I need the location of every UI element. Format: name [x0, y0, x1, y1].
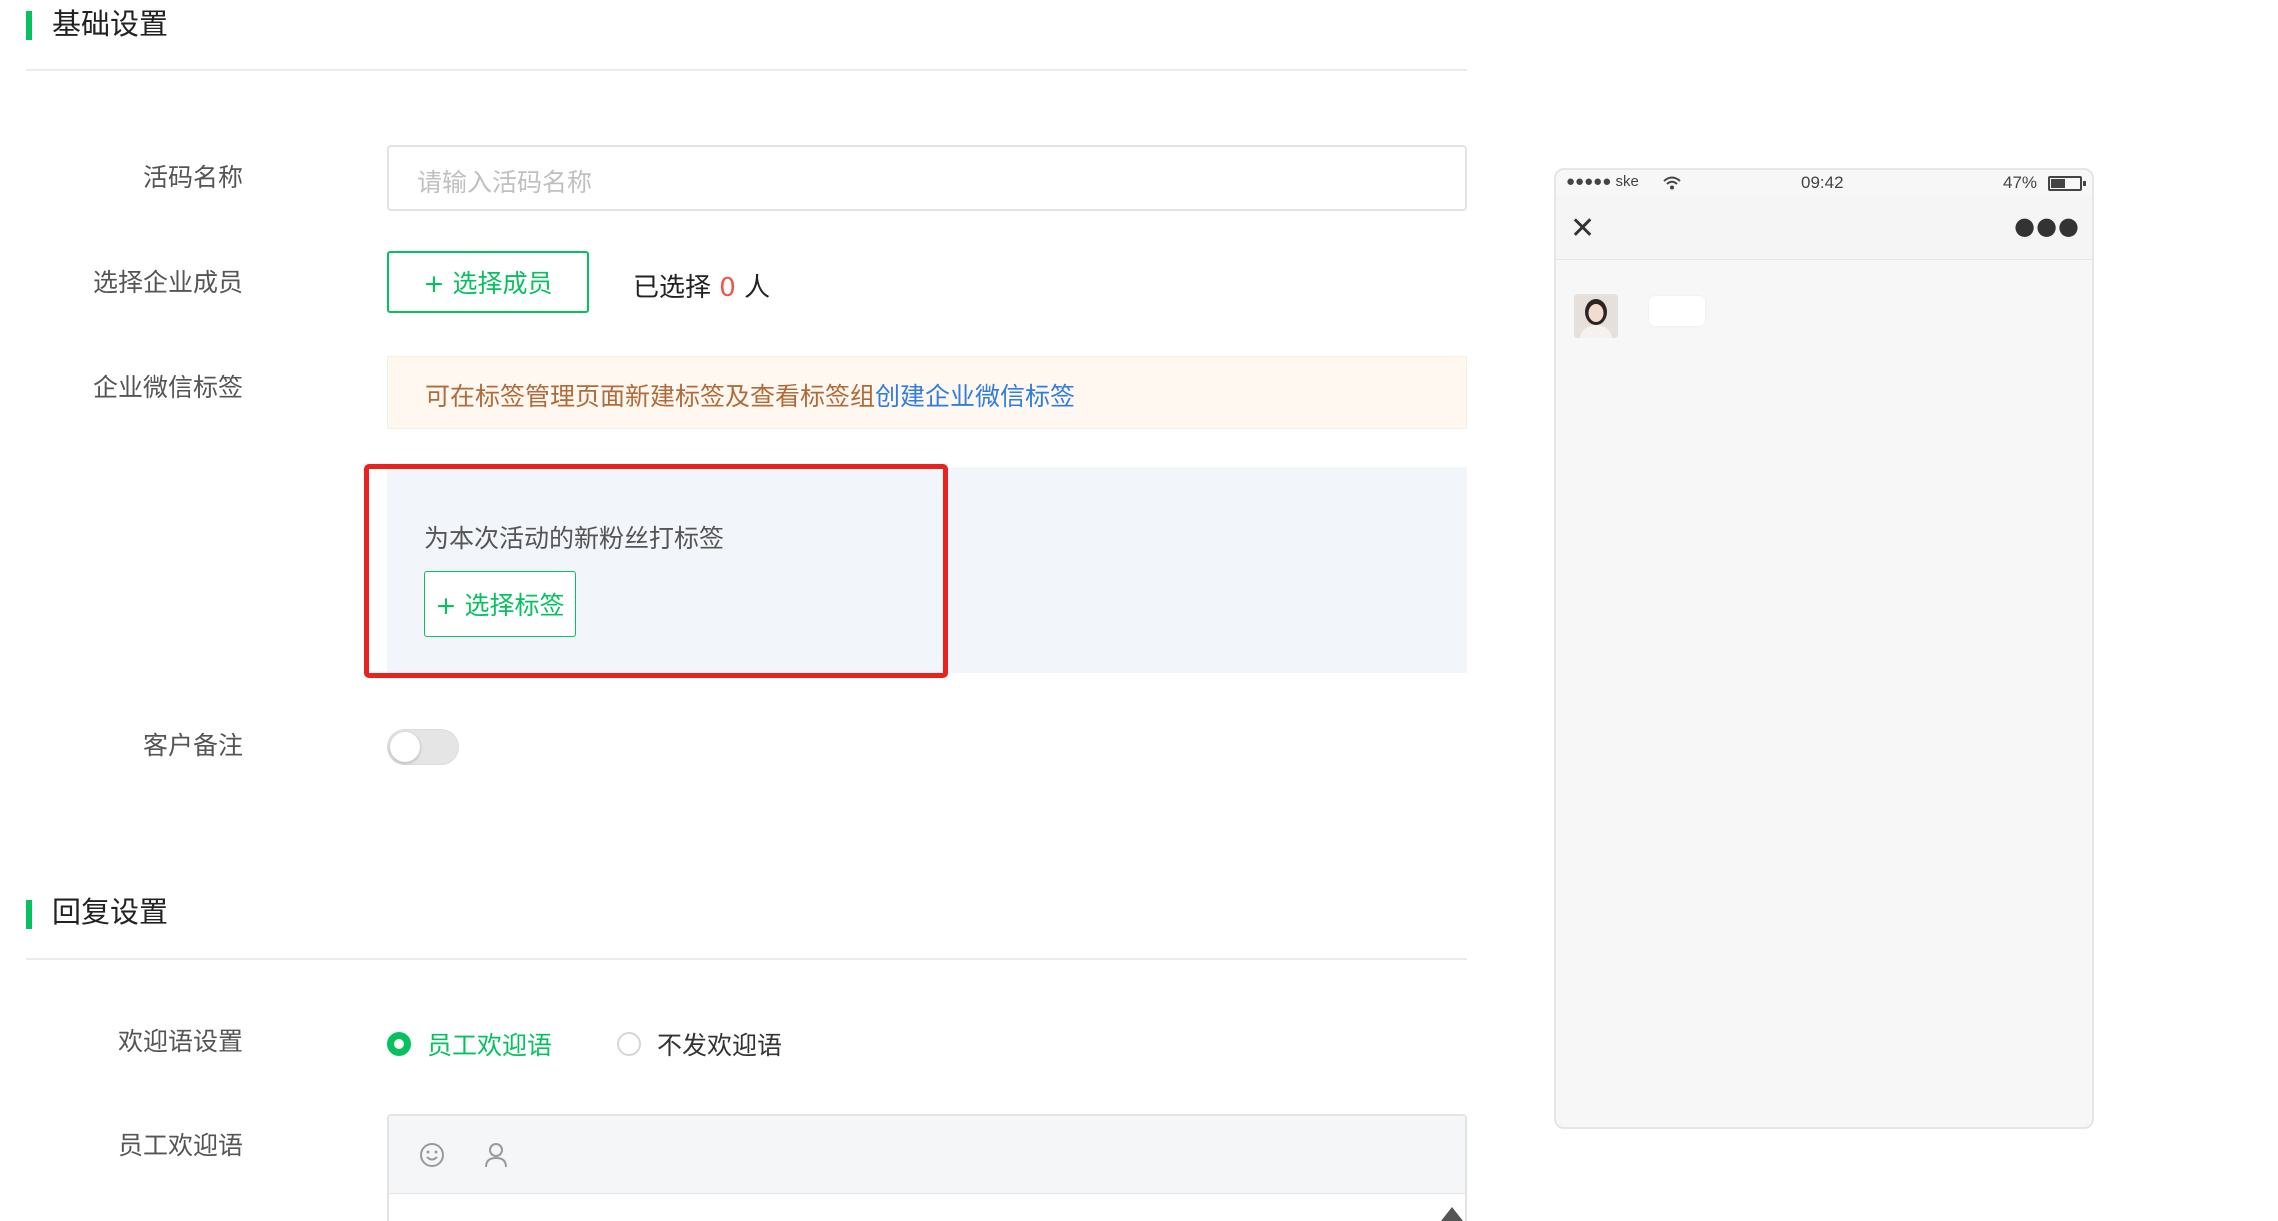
customer-note-toggle[interactable]: [387, 729, 459, 765]
tag-notice: 可在标签管理页面新建标签及查看标签组创建企业微信标签: [387, 356, 1467, 429]
carrier-text: ●●●●● ske: [1566, 173, 1639, 190]
emoji-icon[interactable]: [417, 1140, 447, 1170]
customer-note-label: 客户备注: [142, 731, 243, 760]
radio-label-staff-welcome: 员工欢迎语: [427, 1031, 553, 1060]
tag-notice-message: 可在标签管理页面新建标签及查看标签组: [425, 382, 876, 411]
code-name-input[interactable]: 请输入活码名称: [387, 145, 1467, 211]
battery-percent: 47%: [2003, 173, 2038, 192]
radio-staff-welcome[interactable]: 员工欢迎语: [387, 1026, 552, 1062]
phone-status-bar: ●●●●● ske 09:42 47%: [1556, 170, 2092, 196]
radio-dot-unchecked: [617, 1032, 641, 1056]
code-name-placeholder: 请输入活码名称: [417, 168, 593, 197]
selected-prefix: 已选择: [633, 273, 720, 303]
avatar: [1574, 294, 1618, 338]
wechat-tags-label: 企业微信标签: [92, 373, 243, 402]
select-members-button[interactable]: + 选择成员: [387, 251, 589, 313]
members-label: 选择企业成员: [92, 268, 243, 297]
welcome-editor[interactable]: [387, 1114, 1467, 1221]
radio-no-welcome[interactable]: 不发欢迎语: [617, 1026, 782, 1062]
staff-welcome-label: 员工欢迎语: [117, 1131, 243, 1160]
radio-dot-checked: [387, 1032, 411, 1056]
section-title-basic: 基础设置: [52, 7, 169, 41]
highlight-box: [364, 464, 948, 678]
section-divider: [26, 69, 1467, 71]
wifi-icon: [1663, 176, 1681, 190]
more-icon[interactable]: ●●●: [2014, 212, 2080, 240]
code-name-label: 活码名称: [142, 163, 243, 192]
message-bubble: [1649, 296, 1705, 326]
tag-notice-text: 可在标签管理页面新建标签及查看标签组创建企业微信标签: [425, 377, 1075, 413]
phone-preview: ●●●●● ske 09:42 47% ✕ ●●●: [1554, 168, 2094, 1129]
section-divider: [26, 958, 1467, 960]
section-title-reply: 回复设置: [52, 895, 169, 929]
selected-count: 0: [719, 273, 736, 303]
selected-suffix: 人: [735, 273, 771, 303]
section-accent-bar: [26, 11, 32, 40]
scroll-up-arrow-icon[interactable]: [1441, 1207, 1463, 1221]
editor-toolbar: [389, 1116, 1465, 1194]
toggle-knob: [390, 732, 420, 762]
welcome-setting-label: 欢迎语设置: [117, 1027, 243, 1056]
battery-icon: [2048, 176, 2086, 191]
close-icon[interactable]: ✕: [1570, 214, 1595, 244]
create-tag-link[interactable]: 创建企业微信标签: [875, 382, 1075, 411]
phone-time: 09:42: [1801, 173, 1844, 192]
phone-navbar: ✕ ●●●: [1556, 196, 2092, 260]
user-icon[interactable]: [481, 1140, 511, 1170]
radio-label-no-welcome: 不发欢迎语: [657, 1031, 783, 1060]
selected-members-count: 已选择 0 人: [633, 267, 770, 304]
section-accent-bar: [26, 900, 32, 929]
